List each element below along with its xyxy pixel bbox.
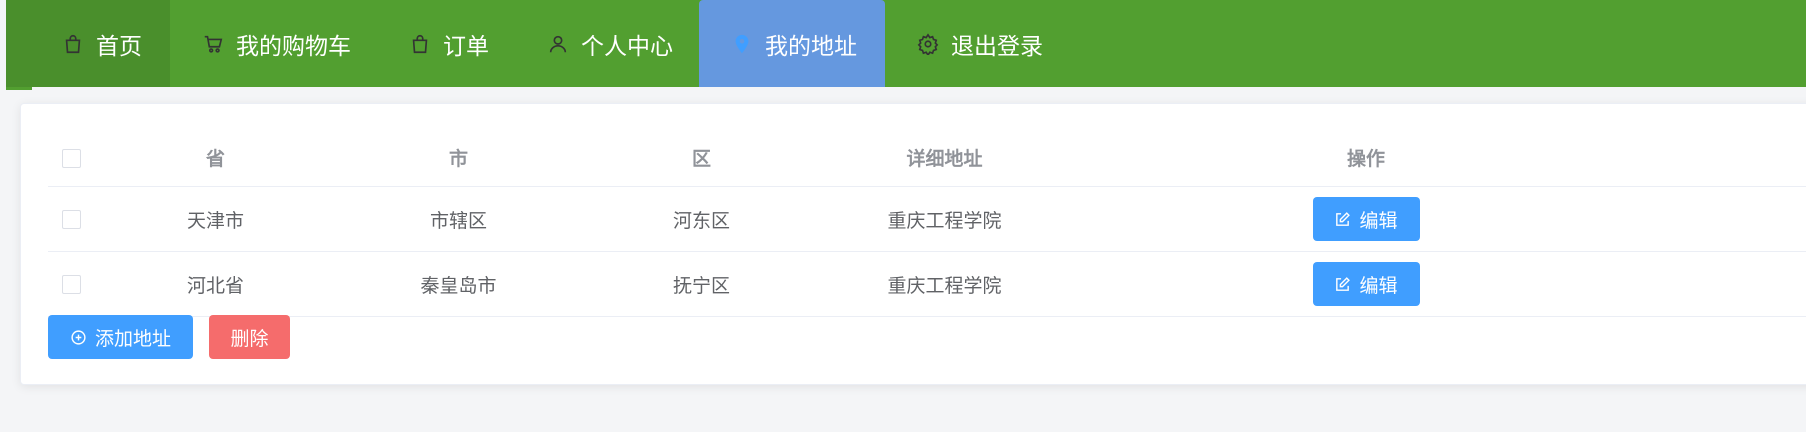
header-spacer (1666, 129, 1806, 187)
header-province: 省 (94, 129, 337, 187)
address-table: 省 市 区 详细地址 操作 天津市 市辖区 河东区 重庆工程学院 编辑 河北省 … (48, 129, 1806, 317)
select-all-checkbox[interactable] (61, 148, 81, 168)
delete-button[interactable]: 删除 (209, 315, 290, 359)
cell-spacer (1666, 251, 1806, 317)
row-checkbox[interactable] (61, 210, 81, 229)
cell-province: 天津市 (94, 186, 337, 252)
address-card: 省 市 区 详细地址 操作 天津市 市辖区 河东区 重庆工程学院 编辑 河北省 … (20, 103, 1806, 385)
gear-icon (917, 32, 939, 55)
cell-province: 河北省 (94, 251, 337, 317)
edit-label: 编辑 (1359, 209, 1398, 232)
nav-label-logout: 退出登录 (951, 33, 1043, 60)
header-city: 市 (337, 129, 580, 187)
nav-item-logout[interactable]: 退出登录 (885, 0, 1069, 87)
nav-item-profile[interactable]: 个人中心 (515, 0, 699, 87)
edit-icon (1336, 276, 1351, 291)
user-icon (549, 35, 567, 52)
cell-action: 编辑 (1066, 186, 1666, 252)
table-row: 天津市 市辖区 河东区 重庆工程学院 编辑 (48, 186, 1806, 252)
cell-city: 秦皇岛市 (337, 251, 580, 317)
nav-accent-strip (6, 87, 32, 90)
add-address-label: 添加地址 (94, 327, 171, 350)
edit-label: 编辑 (1359, 274, 1398, 297)
location-icon (735, 34, 749, 53)
nav-label-profile: 个人中心 (581, 33, 673, 60)
shopping-bag-icon (412, 34, 428, 53)
nav-item-address[interactable]: 我的地址 (699, 0, 885, 87)
row-select-cell (48, 251, 94, 317)
cell-address: 重庆工程学院 (823, 251, 1066, 317)
add-address-button[interactable]: 添加地址 (48, 315, 193, 359)
edit-icon (1336, 211, 1351, 226)
header-address: 详细地址 (823, 129, 1066, 187)
header-district: 区 (580, 129, 823, 187)
nav-label-orders: 订单 (443, 33, 489, 60)
plus-circle-icon (71, 329, 86, 345)
row-select-cell (48, 186, 94, 252)
table-header-row: 省 市 区 详细地址 操作 (48, 129, 1806, 187)
nav-item-cart[interactable]: 我的购物车 (170, 0, 377, 87)
nav-label-cart: 我的购物车 (236, 33, 351, 60)
cell-address: 重庆工程学院 (823, 186, 1066, 252)
header-action: 操作 (1066, 129, 1666, 187)
cell-spacer (1666, 186, 1806, 252)
nav-item-home[interactable]: 首页 (6, 0, 170, 87)
top-nav: 首页 我的购物车 订单 个人中心 我的地址 退出登录 (6, 0, 1806, 87)
cell-district: 河东区 (580, 186, 823, 252)
nav-label-address: 我的地址 (765, 33, 857, 60)
row-checkbox[interactable] (61, 275, 81, 294)
cell-action: 编辑 (1066, 251, 1666, 317)
cell-district: 抚宁区 (580, 251, 823, 317)
nav-label-home: 首页 (96, 33, 142, 60)
shopping-bag-icon (65, 34, 81, 53)
table-row: 河北省 秦皇岛市 抚宁区 重庆工程学院 编辑 (48, 251, 1806, 317)
select-all-cell (48, 129, 94, 187)
nav-item-orders[interactable]: 订单 (377, 0, 515, 87)
cell-city: 市辖区 (337, 186, 580, 252)
cart-icon (204, 35, 223, 53)
edit-button[interactable]: 编辑 (1312, 262, 1420, 306)
delete-label: 删除 (230, 327, 269, 350)
edit-button[interactable]: 编辑 (1312, 197, 1420, 241)
